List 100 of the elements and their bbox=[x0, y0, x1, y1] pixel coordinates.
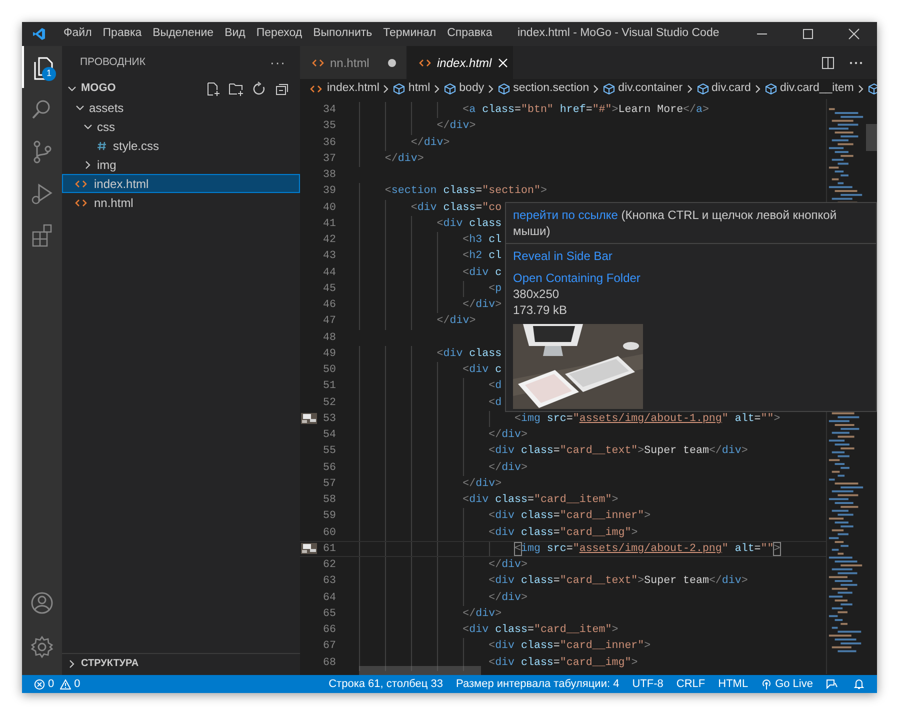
line-number: 45 bbox=[322, 282, 336, 297]
breadcrumb-item[interactable]: index.html bbox=[327, 80, 380, 98]
line-number: 61 bbox=[322, 542, 336, 557]
image-dimensions: 380x250 bbox=[513, 286, 560, 302]
line-number: 41 bbox=[322, 216, 336, 232]
status-item[interactable]: CRLF bbox=[676, 676, 706, 692]
code-line: </div> bbox=[436, 119, 476, 134]
code-line: <div c bbox=[462, 363, 502, 378]
line-number: 48 bbox=[322, 330, 336, 346]
code-line: </div> bbox=[488, 558, 528, 574]
editor-tab[interactable]: index.html bbox=[407, 46, 514, 79]
scrollbar-thumb[interactable] bbox=[866, 124, 877, 151]
menu-item[interactable]: Выполнить bbox=[308, 23, 378, 45]
chevron-icon bbox=[856, 84, 866, 94]
tree-item[interactable]: img bbox=[62, 155, 300, 174]
code-line: </div> bbox=[384, 152, 424, 167]
go-live-button[interactable]: Go Live bbox=[761, 676, 813, 692]
warning-icon bbox=[60, 678, 72, 690]
action-link[interactable]: Open Containing Folder bbox=[513, 270, 640, 286]
tree-item[interactable]: assets bbox=[62, 98, 300, 117]
warning-count[interactable]: 0 bbox=[74, 676, 80, 692]
line-number: 55 bbox=[322, 444, 336, 460]
section-header[interactable]: СТРУКТУРА bbox=[81, 656, 139, 671]
broadcast-icon bbox=[761, 678, 772, 690]
line-number: 62 bbox=[322, 558, 336, 574]
line-number: 49 bbox=[322, 346, 336, 362]
breadcrumb-item[interactable]: html bbox=[408, 80, 430, 98]
breadcrumb-item[interactable]: div.container bbox=[618, 80, 683, 98]
line-number: 37 bbox=[322, 152, 336, 167]
breadcrumb-item[interactable]: div.card bbox=[712, 80, 751, 98]
menu-item[interactable]: Выделение bbox=[147, 23, 220, 45]
line-number: 52 bbox=[322, 396, 336, 411]
line-number: 63 bbox=[322, 574, 336, 590]
new-file-icon[interactable] bbox=[205, 80, 221, 96]
line-number: 43 bbox=[322, 249, 336, 264]
menu-item[interactable]: Правка bbox=[97, 23, 148, 45]
breadcrumb-item[interactable]: div.card__item bbox=[780, 80, 854, 98]
code-line: <div class bbox=[436, 216, 502, 232]
new-folder-icon[interactable] bbox=[228, 80, 244, 96]
chevron-icon bbox=[752, 84, 763, 94]
line-number: 58 bbox=[322, 493, 336, 508]
breadcrumb-item[interactable]: section.section bbox=[513, 80, 590, 98]
bell-icon[interactable] bbox=[853, 678, 865, 690]
line-number: 35 bbox=[322, 119, 336, 134]
close-icon[interactable] bbox=[498, 58, 508, 68]
chevron-icon bbox=[684, 84, 695, 94]
code-line: <p bbox=[488, 282, 502, 297]
settings-icon[interactable] bbox=[29, 634, 55, 660]
line-number: 47 bbox=[322, 314, 336, 330]
menu-item[interactable]: Справка bbox=[442, 23, 498, 45]
code-line: <section class="section"> bbox=[384, 184, 547, 200]
code-line: <div c bbox=[462, 266, 502, 281]
error-count[interactable]: 0 bbox=[48, 676, 54, 692]
breadcrumb-item[interactable]: body bbox=[459, 80, 484, 98]
feedback-icon[interactable] bbox=[826, 678, 838, 690]
app-logo-icon bbox=[32, 27, 46, 41]
status-item[interactable]: HTML bbox=[718, 676, 748, 692]
code-line: <a class="btn" href="#">Learn More</a> bbox=[462, 103, 709, 118]
line-number: 54 bbox=[322, 428, 336, 444]
action-link[interactable]: Reveal in Side Bar bbox=[513, 248, 612, 264]
tree-item[interactable]: index.html bbox=[62, 174, 300, 193]
split-editor-icon[interactable] bbox=[821, 56, 835, 70]
status-item[interactable]: UTF-8 bbox=[632, 676, 664, 692]
line-number: 60 bbox=[322, 526, 336, 541]
menu-item[interactable]: Терминал bbox=[378, 23, 442, 45]
line-number: 68 bbox=[322, 656, 336, 671]
tree-item[interactable]: css bbox=[62, 117, 300, 136]
scrollbar-thumb[interactable] bbox=[359, 666, 481, 675]
menu-item[interactable]: Вид bbox=[219, 23, 251, 45]
refresh-icon[interactable] bbox=[251, 80, 267, 96]
window-title: index.html - MoGo - Visual Studio Code bbox=[517, 26, 720, 42]
code-line: <d bbox=[488, 379, 502, 394]
menu-item[interactable]: Переход bbox=[250, 23, 308, 45]
code-line: </div> bbox=[488, 590, 528, 606]
status-item[interactable]: Размер интервала табуляции: 4 bbox=[456, 676, 620, 692]
line-number: 66 bbox=[322, 623, 336, 638]
line-number: 51 bbox=[322, 379, 336, 394]
code-brackets-icon bbox=[312, 58, 324, 68]
hash-icon bbox=[97, 140, 107, 150]
status-item[interactable]: Строка 61, столбец 33 bbox=[328, 676, 443, 692]
code-line: <img src="assets/img/about-2.png" alt=""> bbox=[514, 542, 780, 557]
cube-icon bbox=[764, 83, 777, 95]
code-brackets-icon bbox=[75, 178, 87, 188]
editor-tab[interactable]: nn.html bbox=[300, 46, 407, 79]
menu-item[interactable]: Файл bbox=[58, 23, 98, 45]
error-icon bbox=[34, 678, 45, 690]
code-line: <div class="card__item"> bbox=[462, 493, 618, 508]
more-actions-button[interactable]: ··· bbox=[270, 52, 286, 72]
code-line: </div> bbox=[462, 298, 502, 314]
cube-icon bbox=[603, 83, 616, 95]
tree-item[interactable]: nn.html bbox=[62, 193, 300, 212]
tree-item[interactable]: style.css bbox=[62, 136, 300, 155]
account-icon[interactable] bbox=[29, 590, 55, 616]
follow-link[interactable]: перейти по ссылке bbox=[513, 208, 618, 222]
code-line: <h3 cl bbox=[462, 233, 502, 248]
code-line: </div> bbox=[462, 476, 502, 492]
code-line: <div class="co bbox=[410, 200, 502, 216]
code-line: </div> bbox=[488, 460, 528, 476]
line-number: 42 bbox=[322, 233, 336, 248]
line-number: 65 bbox=[322, 606, 336, 622]
